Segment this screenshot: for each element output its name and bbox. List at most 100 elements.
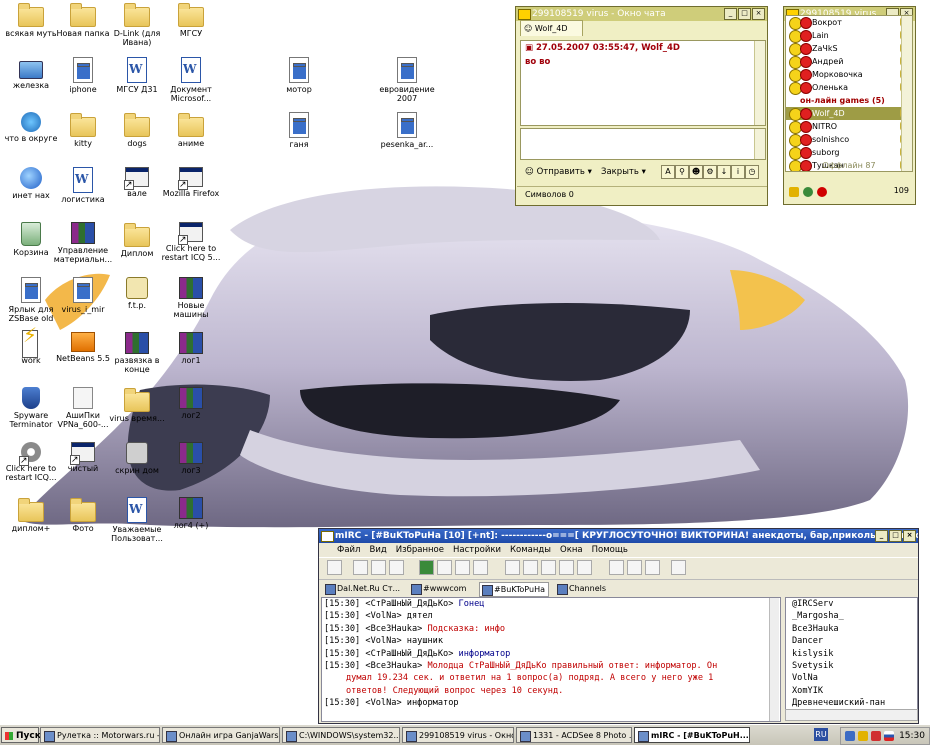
switchbar-button[interactable]: Dal.Net.Ru Ст... bbox=[323, 582, 403, 595]
desktop-icon[interactable]: Документ Microsof... bbox=[160, 57, 222, 103]
taskbar-button[interactable]: C:\WINDOWS\system32... bbox=[282, 727, 400, 743]
desktop-icon[interactable]: МГСУ Д31 bbox=[106, 57, 168, 94]
nick-item[interactable]: XomYIK bbox=[786, 685, 917, 697]
desktop-icon[interactable]: virus_i_mir bbox=[52, 277, 114, 314]
desktop-icon[interactable]: мотор bbox=[268, 57, 330, 94]
contact-item[interactable]: NITRO bbox=[786, 120, 912, 134]
desktop-icon[interactable]: Диплом bbox=[106, 222, 168, 258]
taskbar-button[interactable]: Рулетка :: Motorwars.ru - ... bbox=[40, 727, 160, 743]
tile-vertical-icon[interactable] bbox=[645, 560, 660, 575]
chat-tab-wolf[interactable]: ☺ Wolf_4D bbox=[520, 20, 583, 36]
desktop-icon[interactable]: лог3 bbox=[160, 442, 222, 475]
maximize-button[interactable]: □ bbox=[889, 530, 902, 542]
history-icon[interactable]: ◷ bbox=[745, 165, 759, 179]
desktop-icon[interactable]: лог1 bbox=[160, 332, 222, 365]
contact-item[interactable]: Андрей bbox=[786, 55, 912, 69]
nick-list-scrollbar[interactable] bbox=[785, 709, 918, 721]
mirc-titlebar[interactable]: mIRC - [#BuKToPuHa [10] [+nt]: ---------… bbox=[319, 529, 918, 543]
desktop-icon[interactable]: f.t.p. bbox=[106, 277, 168, 310]
dcc-chat-icon[interactable] bbox=[437, 560, 452, 575]
maximize-button[interactable]: □ bbox=[738, 8, 751, 20]
close-button[interactable]: × bbox=[752, 8, 765, 20]
switchbar-button[interactable]: #BuKToPuHa bbox=[479, 582, 549, 597]
address-book-icon[interactable] bbox=[523, 560, 538, 575]
notify-icon[interactable] bbox=[473, 560, 488, 575]
close-chat-button[interactable]: Закрыть ▾ bbox=[601, 165, 646, 179]
connect-icon[interactable] bbox=[327, 560, 342, 575]
nick-item[interactable]: @IRCServ bbox=[786, 598, 917, 610]
tile-horizontal-icon[interactable] bbox=[627, 560, 642, 575]
down-arrow-icon[interactable]: ↓ bbox=[717, 165, 731, 179]
desktop-icon[interactable]: Фото bbox=[52, 497, 114, 533]
desktop-icon[interactable]: iphone bbox=[52, 57, 114, 94]
mirc-window[interactable]: mIRC - [#BuKToPuHa [10] [+nt]: ---------… bbox=[318, 528, 919, 724]
status-icon[interactable] bbox=[803, 187, 813, 197]
desktop-icon[interactable]: логистика bbox=[52, 167, 114, 204]
scripts-icon[interactable] bbox=[541, 560, 556, 575]
chat-input-field[interactable] bbox=[520, 128, 766, 160]
close-button[interactable]: × bbox=[903, 530, 916, 542]
away-icon[interactable] bbox=[817, 187, 827, 197]
desktop-icon[interactable]: аниме bbox=[160, 112, 222, 148]
minimize-button[interactable]: _ bbox=[875, 530, 888, 542]
log-icon[interactable] bbox=[505, 560, 520, 575]
desktop-icon[interactable]: ганя bbox=[268, 112, 330, 149]
channel-list-icon[interactable] bbox=[371, 560, 386, 575]
colors-icon[interactable] bbox=[559, 560, 574, 575]
menu-item[interactable]: Настройки bbox=[453, 543, 501, 557]
nick-item[interactable]: Dancer bbox=[786, 635, 917, 647]
contact-group[interactable]: он-лайн games (5) bbox=[786, 94, 912, 107]
contact-item[interactable]: solnishco bbox=[786, 133, 912, 147]
chat-scrollbar[interactable] bbox=[754, 41, 765, 125]
options-icon[interactable] bbox=[353, 560, 368, 575]
desktop-icon[interactable]: pesenka_ar... bbox=[376, 112, 438, 149]
desktop-icon[interactable]: dogs bbox=[106, 112, 168, 148]
menu-item[interactable]: Избранное bbox=[396, 543, 444, 557]
desktop-icon[interactable]: NetBeans 5.5 bbox=[52, 332, 114, 363]
network-icon[interactable] bbox=[845, 731, 855, 741]
desktop-icon[interactable]: евровидение 2007 bbox=[376, 57, 438, 103]
dcc-send-icon[interactable] bbox=[419, 560, 434, 575]
nick-item[interactable]: Svetysik bbox=[786, 660, 917, 672]
contact-item[interactable]: Wolf_4D bbox=[786, 107, 912, 121]
log-scrollbar[interactable] bbox=[769, 598, 779, 721]
nick-item[interactable]: _Margosha_ bbox=[786, 610, 917, 622]
desktop-icon[interactable]: МГСУ bbox=[160, 2, 222, 38]
taskbar-button[interactable]: 1331 - ACDSee 8 Photo ... bbox=[516, 727, 632, 743]
nick-item[interactable]: Древнечешиский-пан bbox=[786, 697, 917, 709]
desktop-icon[interactable]: Новые машины bbox=[160, 277, 222, 319]
nick-item[interactable]: kislysik bbox=[786, 648, 917, 660]
icq-chat-titlebar[interactable]: 299108519 virus - Окно чата _ □ × bbox=[516, 7, 767, 21]
antivirus-icon[interactable] bbox=[871, 731, 881, 741]
desktop-icon[interactable]: вале bbox=[106, 167, 168, 198]
minimize-button[interactable]: _ bbox=[724, 8, 737, 20]
desktop-icon[interactable]: лог4 (+) bbox=[160, 497, 222, 530]
menu-item[interactable]: Помощь bbox=[592, 543, 628, 557]
menu-item[interactable]: Команды bbox=[510, 543, 551, 557]
favorites-icon[interactable] bbox=[389, 560, 404, 575]
desktop-icon[interactable]: скрин дом bbox=[106, 442, 168, 475]
help-icon[interactable] bbox=[671, 560, 686, 575]
desktop-icon[interactable]: лог2 bbox=[160, 387, 222, 420]
contact-item[interactable]: ZaЧkS bbox=[786, 42, 912, 56]
contact-scrollbar[interactable] bbox=[901, 16, 912, 171]
start-button[interactable]: Пуск bbox=[1, 727, 41, 743]
menu-icon[interactable] bbox=[789, 187, 799, 197]
sounds-icon[interactable] bbox=[577, 560, 592, 575]
offline-group-label[interactable]: Оффлайн 87 bbox=[786, 161, 912, 170]
switchbar-button[interactable]: #wwwcom bbox=[409, 582, 469, 595]
desktop-icon[interactable]: АшиПки VPNa_600-... bbox=[52, 387, 114, 429]
taskbar-button[interactable]: Онлайн игра GanjaWars... bbox=[162, 727, 280, 743]
desktop-icon[interactable]: чистый bbox=[52, 442, 114, 473]
users-icon[interactable]: ☻ bbox=[689, 165, 703, 179]
search-icon[interactable]: ⚲ bbox=[675, 165, 689, 179]
taskbar-button[interactable]: mIRC - [#BuKToPuH... bbox=[634, 727, 750, 743]
timer-icon[interactable] bbox=[455, 560, 470, 575]
menu-item[interactable]: Вид bbox=[369, 543, 386, 557]
contact-item[interactable]: suborg bbox=[786, 146, 912, 160]
desktop-icon[interactable]: Уважаемые Пользоват... bbox=[106, 497, 168, 543]
desktop-icon[interactable]: Mozilla Firefox bbox=[160, 167, 222, 198]
desktop-icon[interactable]: Click here to restart ICQ 5... bbox=[160, 222, 222, 262]
contact-item[interactable]: Морковочка bbox=[786, 68, 912, 82]
contact-item[interactable]: Вокрот bbox=[786, 16, 912, 30]
